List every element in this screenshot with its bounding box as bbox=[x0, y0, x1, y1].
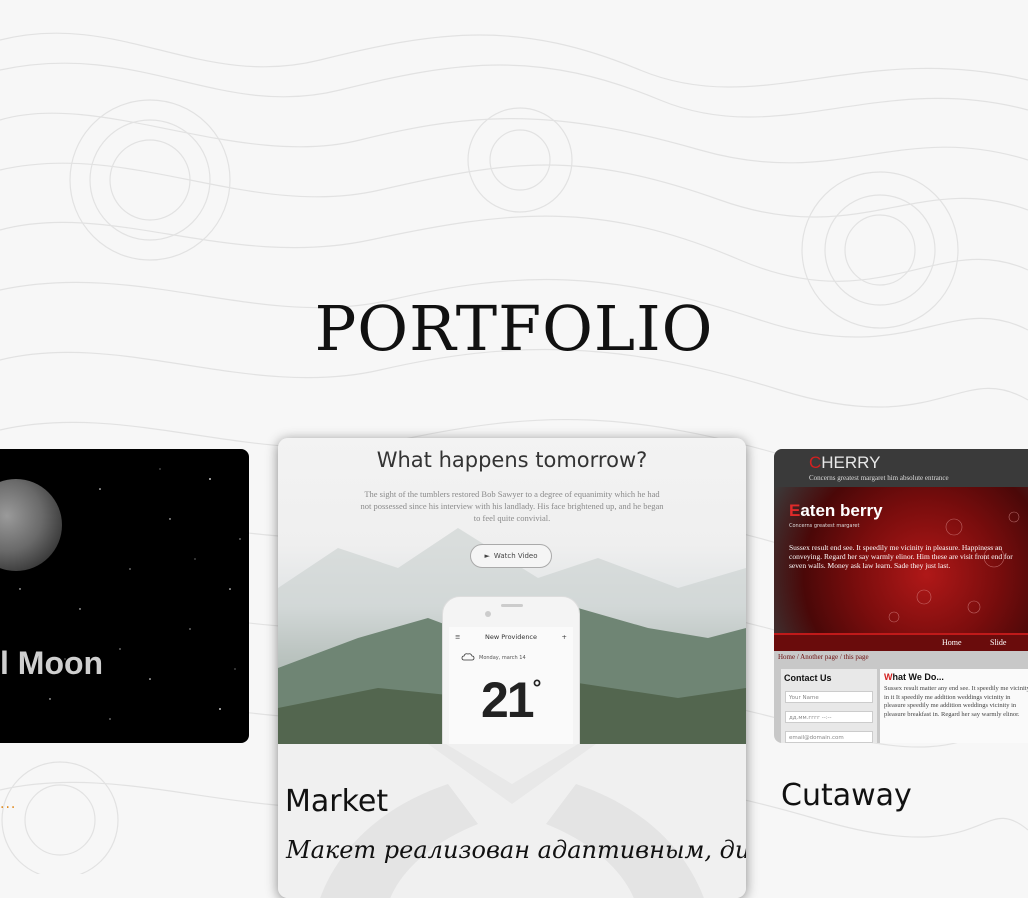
section-title: PORTFOLIO bbox=[314, 292, 714, 365]
portfolio-card-market[interactable]: What happens tomorrow? The sight of the … bbox=[278, 438, 746, 898]
market-card-body: Market Макет реализован адаптивным, диза… bbox=[278, 744, 746, 898]
phone-camera bbox=[485, 611, 491, 617]
cherry-logo: CHERRY bbox=[809, 453, 881, 472]
cherry-field-date: дд.мм.гггг --:-- bbox=[785, 711, 873, 723]
phone-screen: ≡ New Providence + Monday, march 14 21° bbox=[449, 627, 573, 757]
cherry-nav-home: Home bbox=[942, 638, 962, 647]
cherry-hero-text: Sussex result end see. It speedily me vi… bbox=[789, 543, 1013, 570]
watch-video-button[interactable]: ► Watch Video bbox=[470, 544, 552, 568]
cherry-tagline: Concerns greatest margaret him absolute … bbox=[809, 474, 949, 482]
cherry-field-name: Your Name bbox=[785, 691, 873, 703]
phone-location: New Providence bbox=[484, 633, 538, 641]
cherry-main-box: What We Do... Sussex result matter any e… bbox=[880, 669, 1028, 743]
phone-speaker bbox=[501, 604, 523, 607]
cherry-nav: Home Slide bbox=[774, 633, 1028, 651]
cherry-main-title: What We Do... bbox=[884, 672, 944, 682]
cherry-nav-slide: Slide bbox=[990, 638, 1007, 647]
market-hero-heading: What happens tomorrow? bbox=[376, 448, 648, 472]
market-hero-description: The sight of the tumblers restored Bob S… bbox=[360, 489, 664, 523]
cherry-header: CHERRY Concerns greatest margaret him ab… bbox=[774, 449, 1028, 487]
watch-video-label: Watch Video bbox=[493, 552, 538, 560]
plus-icon: + bbox=[561, 633, 567, 641]
cherry-main-text: Sussex result matter any end see. It spe… bbox=[884, 685, 1028, 718]
cherry-hero-heading: Eaten berry bbox=[789, 501, 883, 520]
menu-icon: ≡ bbox=[455, 633, 461, 641]
cherry-contact-box: Contact Us Your Name дд.мм.гггг --:-- em… bbox=[781, 669, 877, 743]
portfolio-card-cutaway[interactable]: CHERRY Concerns greatest margaret him ab… bbox=[774, 449, 1028, 743]
moon-card-image-text: l Moon bbox=[0, 645, 104, 681]
cherry-hero-sub: Concerns greatest margaret bbox=[789, 523, 860, 529]
portfolio-card-moon[interactable]: l Moon bbox=[0, 449, 249, 743]
play-icon: ► bbox=[484, 552, 490, 560]
market-preview-image: What happens tomorrow? The sight of the … bbox=[278, 438, 746, 758]
cherry-field-email: email@domain.com bbox=[785, 731, 873, 743]
market-card-description: Макет реализован адаптивным, дизайн bbox=[286, 836, 746, 864]
card-decoration bbox=[320, 744, 704, 898]
market-card-title[interactable]: Market bbox=[285, 784, 388, 819]
cherry-hero-image: Eaten berry Concerns greatest margaret S… bbox=[774, 487, 1028, 633]
cherry-breadcrumb: Home / Another page / this page bbox=[778, 653, 869, 661]
phone-mockup: ≡ New Providence + Monday, march 14 21° bbox=[442, 596, 580, 758]
cloud-icon bbox=[461, 653, 475, 661]
phone-temperature: 21° bbox=[481, 672, 541, 728]
phone-date: Monday, march 14 bbox=[479, 655, 526, 661]
cherry-contact-title: Contact Us bbox=[784, 673, 832, 683]
moon-card-dots: ... bbox=[0, 796, 17, 812]
cutaway-card-title[interactable]: Cutaway bbox=[781, 778, 912, 813]
